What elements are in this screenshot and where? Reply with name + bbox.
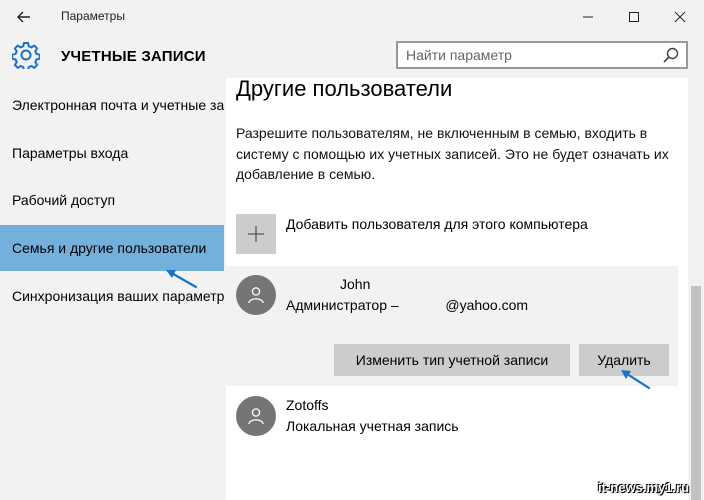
- title-bar: Параметры: [0, 0, 704, 34]
- settings-header: УЧЕТНЫЕ ЗАПИСИ: [0, 34, 704, 78]
- plus-icon: [236, 214, 276, 254]
- gear-icon: [11, 41, 41, 72]
- annotation-arrow-icon: [166, 269, 198, 289]
- user-name: John: [340, 276, 371, 292]
- user-card-expanded[interactable]: John Администратор – @yahoo.com Изменить…: [226, 266, 678, 386]
- search-box[interactable]: [396, 41, 688, 69]
- sidebar-item-label: Рабочий доступ: [12, 192, 116, 208]
- sidebar-item-label: Семья и другие пользователи: [12, 240, 207, 256]
- main-panel: Другие пользователи Разрешите пользовате…: [226, 78, 704, 500]
- sidebar-item-label: Электронная почта и учетные записи: [12, 97, 224, 113]
- maximize-icon: [629, 12, 639, 22]
- maximize-button[interactable]: [611, 0, 657, 34]
- search-input[interactable]: [406, 46, 656, 64]
- add-user-button[interactable]: Добавить пользователя для этого компьюте…: [236, 214, 676, 256]
- close-icon: [674, 11, 686, 23]
- sidebar-item-sign-in[interactable]: Параметры входа: [0, 130, 224, 176]
- user-account-type: Администратор – @yahoo.com: [286, 297, 529, 313]
- close-button[interactable]: [657, 0, 703, 34]
- search-icon[interactable]: [662, 46, 680, 64]
- scroll-thumb[interactable]: [691, 286, 701, 500]
- window-title: Параметры: [61, 9, 125, 23]
- minimize-button[interactable]: [565, 0, 611, 34]
- user-name: Zotoffs: [286, 397, 329, 413]
- sidebar-item-email[interactable]: Электронная почта и учетные записи: [0, 82, 224, 128]
- sidebar-item-work-access[interactable]: Рабочий доступ: [0, 177, 224, 223]
- back-arrow-icon: [17, 11, 30, 23]
- user-row[interactable]: Zotoffs Локальная учетная запись: [226, 396, 678, 448]
- change-account-type-button[interactable]: Изменить тип учетной записи: [334, 344, 570, 376]
- user-avatar-icon: [236, 275, 276, 315]
- minimize-icon: [583, 16, 593, 18]
- sidebar-item-label: Синхронизация ваших параметров: [12, 288, 224, 304]
- vertical-scrollbar[interactable]: [688, 78, 704, 500]
- user-account-type: Локальная учетная запись: [286, 418, 459, 434]
- annotation-arrow-icon: [621, 370, 651, 390]
- section-title: УЧЕТНЫЕ ЗАПИСИ: [61, 48, 206, 65]
- user-avatar-icon: [236, 396, 276, 436]
- page-title: Другие пользователи: [236, 78, 453, 101]
- description-text: Разрешите пользователям, не включенным в…: [236, 125, 669, 182]
- watermark: it-news.my1.ru: [598, 480, 690, 495]
- back-button[interactable]: [10, 4, 38, 30]
- sidebar-item-label: Параметры входа: [12, 145, 129, 161]
- add-user-label: Добавить пользователя для этого компьюте…: [286, 216, 588, 232]
